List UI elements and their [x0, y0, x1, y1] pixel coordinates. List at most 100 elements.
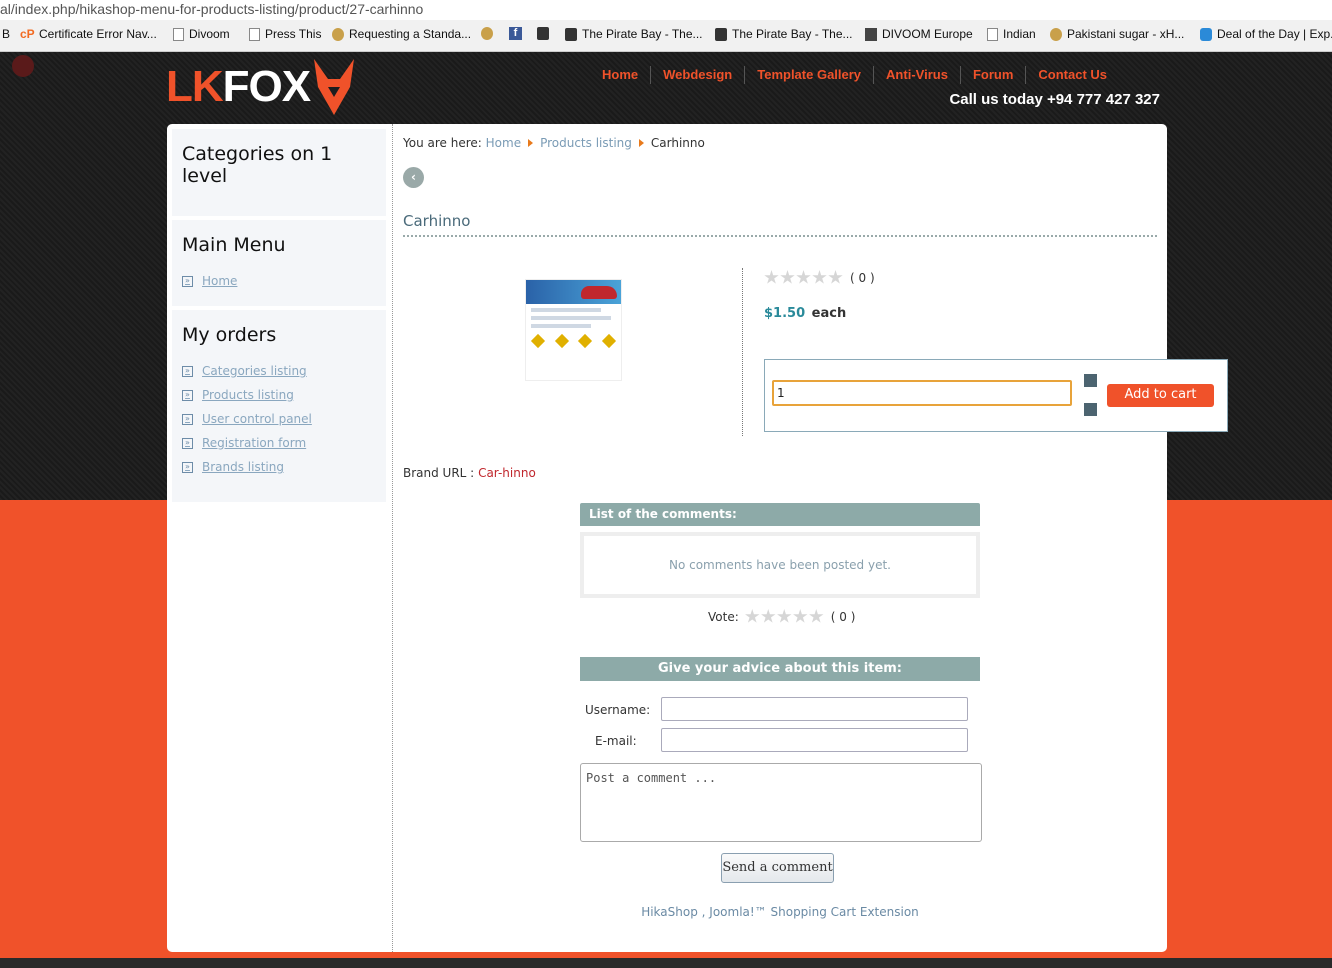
star-icon[interactable] [764, 270, 779, 284]
product-image[interactable] [525, 279, 622, 381]
generic-icon [481, 27, 493, 40]
star-icon[interactable] [809, 609, 824, 623]
corner-logo-icon [12, 55, 34, 77]
bookmark-item[interactable] [481, 27, 498, 40]
my-orders-module: My orders » Categories listing » Products … [172, 310, 386, 506]
advice-header: Give your advice about this item: [580, 657, 980, 681]
send-comment-button[interactable]: Send a comment [721, 853, 834, 883]
product-price: $1.50 each [764, 306, 846, 321]
price-unit: each [811, 306, 847, 321]
comment-textarea[interactable]: Post a comment ... [580, 763, 982, 842]
bookmark-item[interactable]: Press This [249, 27, 321, 41]
breadcrumb-home[interactable]: Home [486, 136, 521, 150]
call-us-text: Call us today +94 777 427 327 [949, 91, 1160, 108]
breadcrumb-current: Carhinno [650, 136, 705, 150]
orders-item-user-control-panel[interactable]: » User control panel [182, 412, 376, 426]
bookmark-item[interactable]: DIVOOM Europe [865, 27, 973, 41]
bookmark-item[interactable]: The Pirate Bay - The... [715, 27, 853, 41]
main-nav: Home Webdesign Template Gallery Anti-Vir… [590, 66, 1119, 84]
star-icon[interactable] [777, 609, 792, 623]
rating-count: ( 0 ) [850, 270, 875, 285]
nav-forum[interactable]: Forum [959, 66, 1025, 84]
page-icon [173, 27, 184, 41]
product-rating[interactable]: ( 0 ) [764, 270, 875, 285]
link-arrow-icon: » [182, 413, 193, 425]
nav-contact-us[interactable]: Contact Us [1025, 66, 1119, 84]
quantity-increase-button[interactable] [1084, 374, 1097, 387]
email-field[interactable] [661, 728, 968, 752]
star-icon[interactable] [745, 609, 760, 623]
pirate-icon [715, 27, 727, 41]
title-divider [403, 235, 1157, 237]
breadcrumb-products-listing[interactable]: Products listing [540, 136, 632, 150]
fox-head-icon [314, 59, 355, 115]
price-amount: $1.50 [764, 306, 806, 321]
comments-list-header: List of the comments: [580, 503, 980, 526]
page-icon [249, 27, 260, 41]
pirate-icon [565, 27, 577, 41]
breadcrumb: You are here: Home Products listing Carh… [403, 136, 705, 150]
bookmark-item[interactable]: f [509, 27, 527, 40]
bottom-bar [0, 958, 1332, 968]
main-menu-item-home[interactable]: » Home [182, 274, 376, 288]
vote-rating: Vote: ( 0 ) [708, 609, 856, 624]
breadcrumb-separator-icon [528, 139, 534, 147]
bookmark-item[interactable]: Indian [987, 27, 1036, 41]
brand-url: Brand URL : Car-hinno [403, 466, 536, 480]
sidebar-divider [392, 124, 393, 952]
bookmark-item[interactable]: Deal of the Day | Exp... [1200, 27, 1332, 41]
page-icon [987, 27, 998, 41]
bookmark-item[interactable]: Pakistani sugar - xH... [1050, 27, 1184, 41]
star-icon[interactable] [780, 270, 795, 284]
address-bar[interactable]: al/index.php/hikashop-menu-for-products-… [0, 0, 1332, 20]
link-arrow-icon: » [182, 461, 193, 473]
bookmark-item[interactable] [537, 27, 554, 40]
pirate-icon [537, 27, 549, 40]
orders-item-brands-listing[interactable]: » Brands listing [182, 460, 376, 474]
categories-module: Categories on 1 level [172, 129, 386, 220]
blue-icon [1200, 27, 1212, 41]
my-orders-title: My orders [182, 324, 277, 346]
link-arrow-icon: » [182, 275, 193, 287]
quantity-decrease-button[interactable] [1084, 403, 1097, 416]
orders-item-registration-form[interactable]: » Registration form [182, 436, 376, 450]
link-arrow-icon: » [182, 437, 193, 449]
generic-icon [1050, 27, 1062, 41]
bookmark-item[interactable]: cP Certificate Error Nav... [20, 27, 157, 41]
divoom-icon [865, 27, 877, 41]
nav-home[interactable]: Home [590, 66, 650, 84]
username-field[interactable] [661, 697, 968, 721]
footer-credit[interactable]: HikaShop , Joomla!™ Shopping Cart Extens… [403, 905, 1157, 919]
bookmark-item[interactable]: The Pirate Bay - The... [565, 27, 703, 41]
cpanel-icon: cP [20, 26, 35, 41]
product-divider [742, 268, 743, 436]
quantity-input[interactable] [772, 380, 1072, 406]
comments-list: No comments have been posted yet. [580, 532, 980, 598]
bookmark-item[interactable]: B [2, 27, 10, 41]
brand-link[interactable]: Car-hinno [478, 466, 536, 480]
username-label: Username: [585, 703, 651, 717]
star-icon[interactable] [796, 270, 811, 284]
nav-webdesign[interactable]: Webdesign [650, 66, 744, 84]
main-menu-title: Main Menu [182, 234, 286, 256]
star-icon[interactable] [793, 609, 808, 623]
breadcrumb-separator-icon [638, 139, 644, 147]
site-logo[interactable]: LK FOX [166, 56, 358, 118]
vote-count: ( 0 ) [830, 609, 856, 624]
bookmarks-bar: B cP Certificate Error Nav... Divoom Pres… [0, 20, 1332, 52]
bookmark-item[interactable]: Divoom [173, 27, 230, 41]
link-arrow-icon: » [182, 389, 193, 401]
star-icon[interactable] [828, 270, 843, 284]
back-arrow-icon[interactable]: ‹ [403, 167, 424, 188]
star-icon[interactable] [761, 609, 776, 623]
email-label: E-mail: [595, 734, 637, 748]
categories-title: Categories on 1 level [182, 143, 333, 187]
facebook-icon: f [509, 27, 522, 40]
star-icon[interactable] [812, 270, 827, 284]
nav-anti-virus[interactable]: Anti-Virus [873, 66, 960, 84]
orders-item-categories-listing[interactable]: » Categories listing [182, 364, 376, 378]
bookmark-item[interactable]: Requesting a Standa... [332, 27, 471, 41]
add-to-cart-button[interactable]: Add to cart [1107, 384, 1214, 407]
nav-template-gallery[interactable]: Template Gallery [744, 66, 873, 84]
orders-item-products-listing[interactable]: » Products listing [182, 388, 376, 402]
